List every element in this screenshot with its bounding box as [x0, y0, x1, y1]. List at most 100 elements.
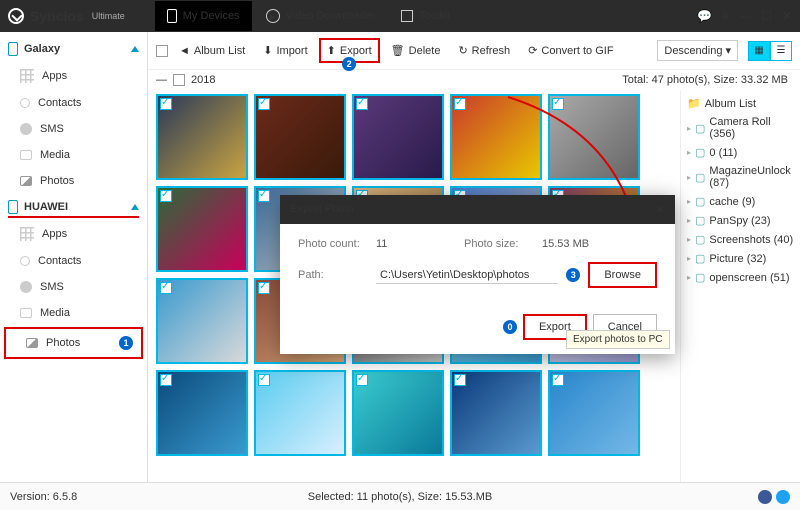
sidebar-item-apps[interactable]: Apps — [0, 62, 147, 90]
photo-thumb[interactable] — [450, 370, 542, 456]
thumb-checkbox[interactable] — [160, 374, 172, 386]
calendar-icon: ▦ — [754, 45, 763, 56]
sidebar-item-contacts[interactable]: Contacts — [0, 90, 147, 116]
photo-thumb[interactable] — [548, 94, 640, 180]
photo-thumb[interactable] — [548, 370, 640, 456]
dialog-title: Export Photo — [290, 203, 354, 216]
album-item[interactable]: ▸▢Picture (32) — [685, 249, 796, 268]
import-icon: ⬇ — [263, 44, 272, 57]
thumb-checkbox[interactable] — [356, 374, 368, 386]
album-item[interactable]: ▸▢Camera Roll (356) — [685, 113, 796, 143]
twitter-icon[interactable] — [776, 490, 790, 504]
photos-icon — [20, 176, 32, 186]
app-name: Syncios — [30, 8, 84, 24]
thumb-checkbox[interactable] — [552, 374, 564, 386]
media-icon — [20, 150, 32, 160]
thumb-checkbox[interactable] — [258, 190, 270, 202]
image-icon: ▢ — [695, 214, 705, 227]
chat-icon[interactable]: 💬 — [697, 9, 712, 23]
photo-thumb[interactable] — [156, 94, 248, 180]
thumb-checkbox[interactable] — [160, 190, 172, 202]
photo-thumb[interactable] — [254, 370, 346, 456]
album-list-button[interactable]: ◄Album List — [172, 40, 252, 62]
import-button[interactable]: ⬇Import — [256, 39, 314, 62]
thumb-checkbox[interactable] — [356, 98, 368, 110]
nav-toolkit[interactable]: Toolkit — [389, 1, 462, 31]
device-huawei[interactable]: HUAWEI — [0, 194, 147, 220]
photo-thumb[interactable] — [156, 370, 248, 456]
thumb-checkbox[interactable] — [258, 282, 270, 294]
album-list-header[interactable]: 📁Album List — [685, 94, 796, 113]
maximize-icon[interactable]: ☐ — [761, 9, 772, 23]
photo-thumb[interactable] — [352, 370, 444, 456]
sms-icon — [20, 281, 32, 293]
thumb-checkbox[interactable] — [552, 98, 564, 110]
menu-icon[interactable]: ≡ — [722, 9, 729, 23]
collapse-toggle[interactable]: — — [156, 74, 167, 86]
thumb-checkbox[interactable] — [258, 98, 270, 110]
step-badge-2: 2 — [342, 57, 356, 71]
image-icon: ▢ — [695, 252, 705, 265]
stats-label: Total: 47 photo(s), Size: 33.32 MB — [622, 74, 788, 86]
select-all-checkbox[interactable] — [156, 45, 168, 57]
view-list-button[interactable]: ☰ — [770, 41, 792, 61]
phone-icon — [8, 200, 18, 214]
thumb-checkbox[interactable] — [258, 374, 270, 386]
close-icon[interactable]: ✕ — [782, 9, 792, 23]
photo-thumb[interactable] — [450, 94, 542, 180]
phone-icon — [167, 9, 177, 23]
sidebar-item-media[interactable]: Media — [0, 142, 147, 168]
chevron-right-icon: ▸ — [687, 254, 691, 263]
sidebar-item-photos[interactable]: Photos1 — [4, 327, 143, 359]
folder-icon: 📁 — [687, 97, 701, 110]
thumb-checkbox[interactable] — [160, 282, 172, 294]
export-button[interactable]: ⬆Export2 — [319, 38, 380, 63]
sidebar-item-sms[interactable]: SMS — [0, 274, 147, 300]
title-bar: Syncios Ultimate My Devices ▸Video Downl… — [0, 0, 800, 32]
sidebar-item-sms[interactable]: SMS — [0, 116, 147, 142]
thumb-checkbox[interactable] — [454, 98, 466, 110]
nav-my-devices[interactable]: My Devices — [155, 1, 252, 31]
dialog-header: Export Photo ✕ — [280, 195, 675, 224]
browse-button[interactable]: Browse — [588, 262, 657, 288]
year-checkbox[interactable] — [173, 74, 185, 86]
photo-thumb[interactable] — [156, 186, 248, 272]
apps-icon — [20, 227, 34, 241]
album-item[interactable]: ▸▢MagazineUnlock (87) — [685, 162, 796, 192]
path-input[interactable] — [376, 267, 558, 284]
view-grid-button[interactable]: ▦ — [748, 41, 770, 61]
sidebar-item-photos[interactable]: Photos — [0, 168, 147, 194]
sidebar-item-contacts[interactable]: Contacts — [0, 248, 147, 274]
image-icon: ▢ — [695, 122, 705, 135]
photo-thumb[interactable] — [352, 94, 444, 180]
refresh-button[interactable]: ↻Refresh — [451, 39, 517, 62]
device-galaxy[interactable]: Galaxy — [0, 36, 147, 62]
list-icon: ☰ — [777, 45, 786, 56]
dialog-close-icon[interactable]: ✕ — [656, 203, 665, 216]
album-item[interactable]: ▸▢PanSpy (23) — [685, 211, 796, 230]
album-item[interactable]: ▸▢openscreen (51) — [685, 268, 796, 287]
album-item[interactable]: ▸▢Screenshots (40) — [685, 230, 796, 249]
album-label: openscreen (51) — [709, 272, 789, 284]
photo-thumb[interactable] — [156, 278, 248, 364]
nav-video-downloader[interactable]: ▸Video Downloader — [254, 1, 388, 31]
trash-icon: 🗑 — [391, 44, 405, 57]
album-item[interactable]: ▸▢0 (11) — [685, 143, 796, 162]
photo-thumb[interactable] — [254, 94, 346, 180]
collapse-icon — [131, 204, 139, 210]
minimize-icon[interactable]: — — [739, 9, 751, 23]
photo-size-label: Photo size: — [464, 238, 534, 250]
image-icon: ▢ — [695, 271, 705, 284]
chevron-right-icon: ▸ — [687, 124, 691, 133]
facebook-icon[interactable] — [758, 490, 772, 504]
thumb-checkbox[interactable] — [454, 374, 466, 386]
sort-dropdown[interactable]: Descending▾ — [657, 40, 738, 61]
convert-gif-button[interactable]: ⟳Convert to GIF — [521, 39, 620, 62]
photos-icon — [26, 338, 38, 348]
sidebar-item-media[interactable]: Media — [0, 300, 147, 326]
thumb-checkbox[interactable] — [160, 98, 172, 110]
delete-button[interactable]: 🗑Delete — [384, 39, 448, 62]
media-icon — [20, 308, 32, 318]
album-item[interactable]: ▸▢cache (9) — [685, 192, 796, 211]
sidebar-item-apps[interactable]: Apps — [0, 220, 147, 248]
